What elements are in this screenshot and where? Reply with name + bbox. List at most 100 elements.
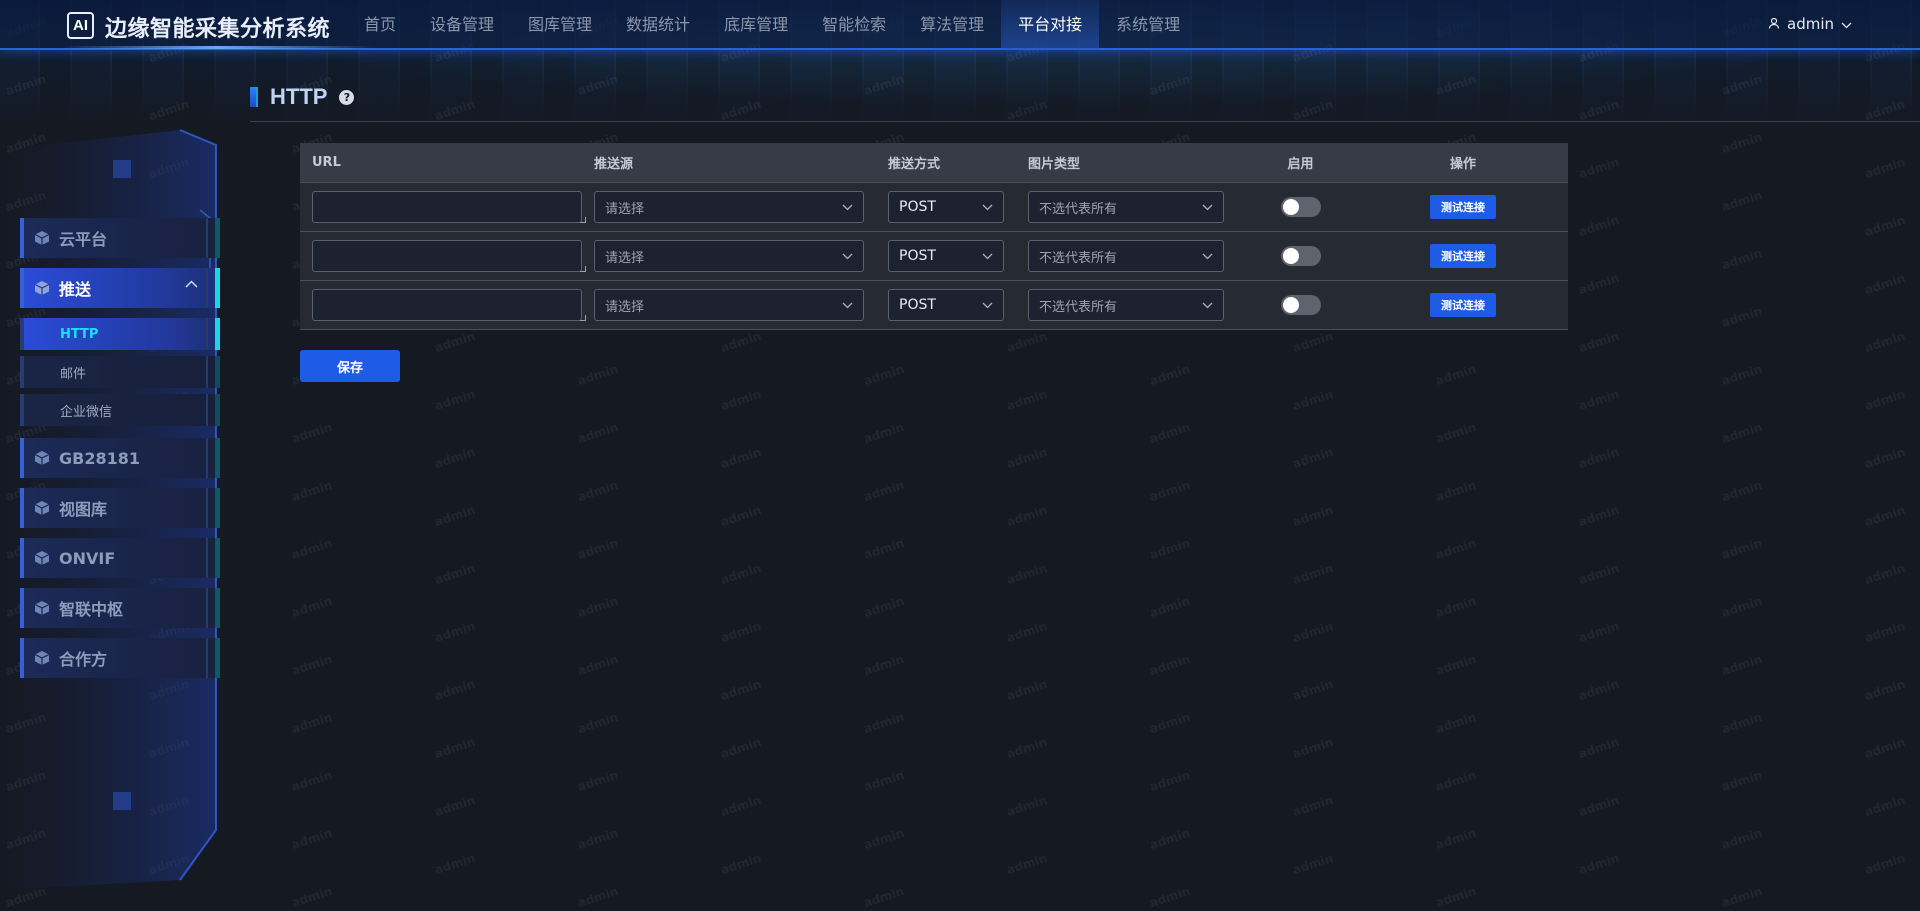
watermark-text: admin (432, 792, 477, 820)
select-placeholder: 请选择 (605, 250, 645, 266)
resize-handle-icon[interactable] (580, 265, 586, 272)
watermark-text: admin (289, 709, 334, 737)
watermark-text: admin (289, 477, 334, 505)
watermark-text: admin (432, 676, 477, 704)
watermark-text: admin (575, 361, 620, 389)
watermark-text: admin (1719, 361, 1764, 389)
watermark-text: admin (146, 734, 191, 762)
save-button[interactable]: 保存 (300, 350, 400, 382)
enable-toggle[interactable] (1280, 295, 1321, 315)
watermark-text: admin (3, 187, 48, 215)
toggle-knob (1282, 248, 1299, 264)
watermark-text: admin (432, 502, 477, 530)
title-underline (60, 46, 375, 49)
watermark-text: admin (146, 154, 191, 182)
nav-item-base-library[interactable]: 底库管理 (707, 0, 805, 50)
watermark-text: admin (1147, 361, 1192, 389)
url-input[interactable] (312, 191, 582, 223)
sidebar-subitem-http[interactable]: HTTP (20, 318, 220, 350)
image-type-select[interactable]: 不选代表所有 (1028, 289, 1224, 321)
resize-handle-icon[interactable] (580, 216, 586, 223)
sidebar-subitem-wecom[interactable]: 企业微信 (20, 394, 220, 426)
nav-item-platform-integration[interactable]: 平台对接 (1001, 0, 1100, 50)
sidebar-item-label: 云平台 (59, 230, 108, 249)
image-type-select[interactable]: 不选代表所有 (1028, 191, 1224, 223)
page-header: HTTP ? (250, 84, 355, 110)
sidebar-item-gb28181[interactable]: GB28181 (20, 438, 220, 478)
watermark-text: admin (1290, 792, 1335, 820)
nav-item-system-management[interactable]: 系统管理 (1099, 0, 1197, 50)
push-method-select[interactable]: POST (888, 289, 1004, 321)
app-title: 边缘智能采集分析系统 (105, 17, 331, 42)
sidebar-subitem-label: 企业微信 (60, 404, 113, 420)
nav-item-statistics[interactable]: 数据统计 (609, 0, 707, 50)
watermark-text: admin (1862, 560, 1907, 588)
watermark-text: admin (861, 361, 906, 389)
user-menu[interactable]: admin (1768, 15, 1852, 33)
nav-item-algorithm-management[interactable]: 算法管理 (903, 0, 1001, 50)
push-source-select[interactable]: 请选择 (594, 191, 864, 223)
watermark-text: admin (718, 444, 763, 472)
table-row: 请选择 POST 不选代表所有 测试连接 (300, 183, 1568, 232)
watermark-text: admin (289, 883, 334, 911)
sidebar-subitem-email[interactable]: 邮件 (20, 356, 220, 388)
enable-toggle[interactable] (1280, 197, 1321, 217)
select-placeholder: 不选代表所有 (1039, 201, 1118, 217)
image-type-select[interactable]: 不选代表所有 (1028, 240, 1224, 272)
watermark-text: admin (1147, 651, 1192, 679)
watermark-text: admin (1719, 651, 1764, 679)
sidebar-subitem-label: HTTP (60, 326, 99, 342)
push-method-select[interactable]: POST (888, 191, 1004, 223)
test-connection-button[interactable]: 测试连接 (1430, 244, 1496, 268)
watermark-text: admin (718, 676, 763, 704)
watermark-text: admin (1576, 386, 1621, 414)
url-input[interactable] (312, 289, 582, 321)
enable-toggle[interactable] (1280, 246, 1321, 266)
watermark-text: admin (289, 825, 334, 853)
chevron-down-icon (842, 302, 853, 308)
nav-item-home[interactable]: 首页 (347, 0, 413, 50)
watermark-text: admin (432, 734, 477, 762)
sidebar-item-view-library[interactable]: 视图库 (20, 488, 220, 528)
watermark-text: admin (1576, 792, 1621, 820)
chevron-down-icon (842, 253, 853, 259)
watermark-text: admin (1290, 618, 1335, 646)
watermark-text: admin (1576, 212, 1621, 240)
watermark-text: admin (861, 477, 906, 505)
nav-item-gallery-management[interactable]: 图库管理 (511, 0, 609, 50)
sidebar-item-cloud-platform[interactable]: 云平台 (20, 218, 220, 258)
test-connection-button[interactable]: 测试连接 (1430, 293, 1496, 317)
sidebar-item-partners[interactable]: 合作方 (20, 638, 220, 678)
push-source-select[interactable]: 请选择 (594, 240, 864, 272)
column-header-url: URL (312, 155, 341, 170)
sidebar-item-onvif[interactable]: ONVIF (20, 538, 220, 578)
column-header-method: 推送方式 (888, 157, 941, 172)
question-circle-icon[interactable]: ? (339, 89, 355, 105)
sidebar-item-push[interactable]: 推送 (20, 268, 220, 308)
watermark-text: admin (1719, 477, 1764, 505)
url-input[interactable] (312, 240, 582, 272)
test-connection-button[interactable]: 测试连接 (1430, 195, 1496, 219)
sidebar-item-label: 视图库 (59, 500, 108, 519)
select-placeholder: 请选择 (605, 299, 645, 315)
chevron-up-icon (185, 280, 198, 288)
watermark-text: admin (718, 328, 763, 356)
chevron-down-icon (982, 253, 993, 259)
nav-item-device-management[interactable]: 设备管理 (413, 0, 511, 50)
watermark-text: admin (1576, 328, 1621, 356)
sidebar-item-smart-hub[interactable]: 智联中枢 (20, 588, 220, 628)
chevron-down-icon (1202, 204, 1213, 210)
watermark-text: admin (289, 535, 334, 563)
watermark-text: admin (1004, 676, 1049, 704)
push-method-select[interactable]: POST (888, 240, 1004, 272)
push-source-select[interactable]: 请选择 (594, 289, 864, 321)
watermark-text: admin (1290, 502, 1335, 530)
user-icon (1768, 15, 1780, 33)
watermark-text: admin (1147, 593, 1192, 621)
nav-item-smart-search[interactable]: 智能检索 (805, 0, 903, 50)
watermark-text: admin (1862, 618, 1907, 646)
watermark-text: admin (432, 328, 477, 356)
watermark-text: admin (1290, 676, 1335, 704)
resize-handle-icon[interactable] (580, 314, 586, 321)
top-nav: 首页 设备管理 图库管理 数据统计 底库管理 智能检索 算法管理 平台对接 系统… (347, 0, 1197, 50)
